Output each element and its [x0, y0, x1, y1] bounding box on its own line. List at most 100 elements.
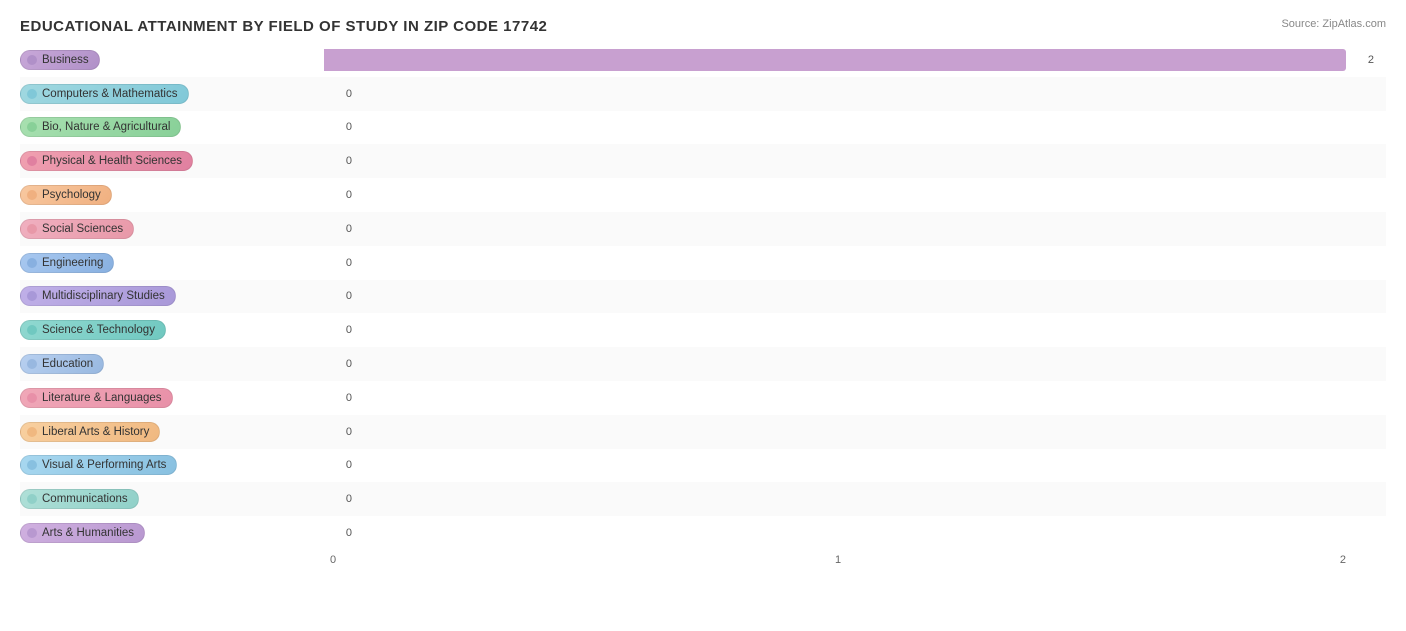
label-text: Engineering [42, 257, 103, 269]
label-text: Visual & Performing Arts [42, 459, 166, 471]
bar-track: 0 [324, 285, 1346, 307]
label-pill: Liberal Arts & History [20, 422, 160, 442]
label-text: Bio, Nature & Agricultural [42, 121, 170, 133]
bar-label: Communications [20, 487, 320, 511]
bar-value: 0 [346, 257, 352, 269]
bar-row: Psychology 0 [20, 178, 1386, 212]
bar-track: 0 [324, 454, 1346, 476]
bar-value: 0 [346, 189, 352, 201]
label-pill: Bio, Nature & Agricultural [20, 117, 181, 137]
bar-track: 0 [324, 218, 1346, 240]
label-text: Education [42, 358, 93, 370]
bar-track: 0 [324, 184, 1346, 206]
x-label-0: 0 [330, 554, 336, 566]
label-text: Business [42, 54, 89, 66]
bar-value: 0 [346, 358, 352, 370]
label-pill: Computers & Mathematics [20, 84, 189, 104]
label-text: Literature & Languages [42, 392, 162, 404]
pill-dot [27, 291, 37, 301]
label-text: Arts & Humanities [42, 527, 134, 539]
label-pill: Multidisciplinary Studies [20, 286, 176, 306]
label-pill: Engineering [20, 253, 114, 273]
bar-value: 0 [346, 493, 352, 505]
pill-dot [27, 325, 37, 335]
pill-dot [27, 55, 37, 65]
bar-value: 0 [346, 392, 352, 404]
bar-label: Visual & Performing Arts [20, 453, 320, 477]
bar-label: Education [20, 352, 320, 376]
pill-dot [27, 258, 37, 268]
label-pill: Physical & Health Sciences [20, 151, 193, 171]
bar-value: 0 [346, 223, 352, 235]
bar-row: Communications 0 [20, 482, 1386, 516]
bar-value: 0 [346, 155, 352, 167]
bar-track: 0 [324, 387, 1346, 409]
label-text: Multidisciplinary Studies [42, 290, 165, 302]
bar-label: Literature & Languages [20, 386, 320, 410]
label-text: Science & Technology [42, 324, 155, 336]
bar-label: Engineering [20, 251, 320, 275]
pill-dot [27, 89, 37, 99]
label-text: Communications [42, 493, 128, 505]
x-label-2: 2 [1340, 554, 1346, 566]
label-text: Social Sciences [42, 223, 123, 235]
bar-value: 0 [346, 459, 352, 471]
bar-row: Education 0 [20, 347, 1386, 381]
pill-dot [27, 122, 37, 132]
bar-track: 0 [324, 319, 1346, 341]
label-pill: Business [20, 50, 100, 70]
bar-label: Computers & Mathematics [20, 82, 320, 106]
bar-value: 0 [346, 88, 352, 100]
label-text: Liberal Arts & History [42, 426, 149, 438]
bar-row: Science & Technology 0 [20, 313, 1386, 347]
pill-dot [27, 528, 37, 538]
bar-label: Multidisciplinary Studies [20, 284, 320, 308]
chart-title: EDUCATIONAL ATTAINMENT BY FIELD OF STUDY… [20, 18, 1386, 35]
pill-dot [27, 224, 37, 234]
bar-row: Social Sciences 0 [20, 212, 1386, 246]
bar-track: 2 [324, 49, 1346, 71]
bar-row: Engineering 0 [20, 246, 1386, 280]
bar-track: 0 [324, 150, 1346, 172]
pill-dot [27, 494, 37, 504]
bar-label: Liberal Arts & History [20, 420, 320, 444]
bar-row: Arts & Humanities 0 [20, 516, 1386, 550]
label-pill: Visual & Performing Arts [20, 455, 177, 475]
bar-track: 0 [324, 522, 1346, 544]
pill-dot [27, 359, 37, 369]
bar-value: 2 [1368, 54, 1374, 66]
bar-row: Physical & Health Sciences 0 [20, 144, 1386, 178]
x-label-1: 1 [835, 554, 841, 566]
bar-row: Business 2 [20, 43, 1386, 77]
bar-row: Liberal Arts & History 0 [20, 415, 1386, 449]
x-axis: 0 1 2 [330, 554, 1346, 566]
bar-row: Multidisciplinary Studies 0 [20, 280, 1386, 314]
bar-label: Physical & Health Sciences [20, 149, 320, 173]
label-pill: Science & Technology [20, 320, 166, 340]
bar-track: 0 [324, 116, 1346, 138]
bar-row: Literature & Languages 0 [20, 381, 1386, 415]
pill-dot [27, 190, 37, 200]
bar-label: Psychology [20, 183, 320, 207]
label-text: Computers & Mathematics [42, 88, 178, 100]
bar-value: 0 [346, 290, 352, 302]
bar-track: 0 [324, 353, 1346, 375]
label-text: Psychology [42, 189, 101, 201]
label-pill: Psychology [20, 185, 112, 205]
bar-value: 0 [346, 426, 352, 438]
bar-label: Bio, Nature & Agricultural [20, 115, 320, 139]
bar-row: Visual & Performing Arts 0 [20, 449, 1386, 483]
label-pill: Social Sciences [20, 219, 134, 239]
chart-container: EDUCATIONAL ATTAINMENT BY FIELD OF STUDY… [0, 0, 1406, 631]
label-text: Physical & Health Sciences [42, 155, 182, 167]
bars-section: Business2Computers & Mathematics0Bio, Na… [20, 43, 1386, 550]
chart-source: Source: ZipAtlas.com [1281, 18, 1386, 30]
bar-label: Arts & Humanities [20, 521, 320, 545]
bar-row: Computers & Mathematics 0 [20, 77, 1386, 111]
bar-label: Business [20, 48, 320, 72]
bar-track: 0 [324, 83, 1346, 105]
pill-dot [27, 427, 37, 437]
bar-row: Bio, Nature & Agricultural 0 [20, 111, 1386, 145]
label-pill: Communications [20, 489, 139, 509]
label-pill: Education [20, 354, 104, 374]
